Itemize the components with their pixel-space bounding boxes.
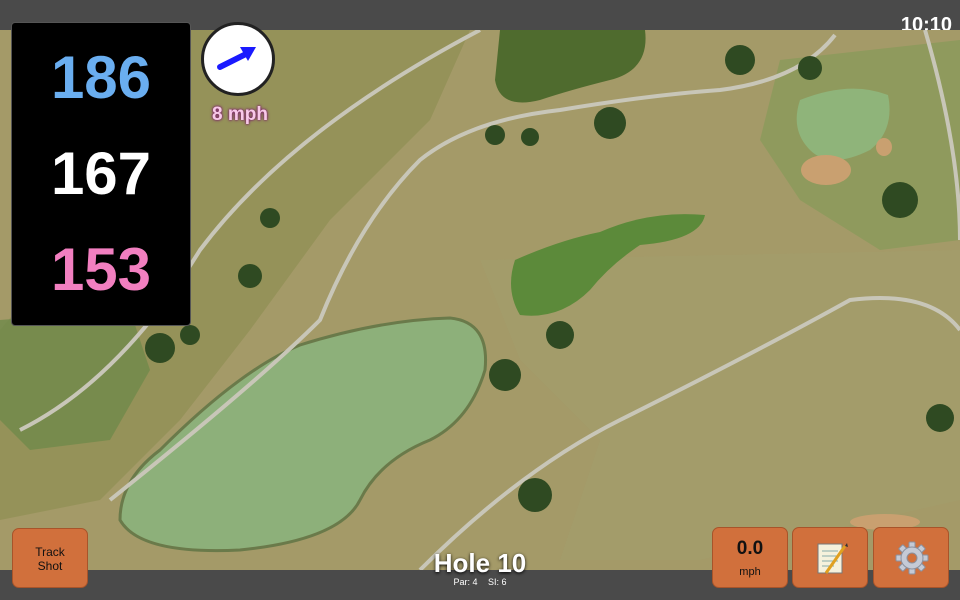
wind-speed-button[interactable]: 0.0 mph bbox=[712, 527, 788, 588]
hole-info: Par: 4 SI: 6 bbox=[380, 577, 580, 587]
track-shot-label-line2: Shot bbox=[37, 559, 63, 573]
middle-distance: 167 bbox=[50, 140, 152, 207]
wind-speed-unit: mph bbox=[739, 566, 761, 578]
track-shot-button[interactable]: Track Shot bbox=[12, 528, 88, 588]
hole-par: Par: 4 bbox=[453, 577, 478, 587]
hole-stroke-index: SI: 6 bbox=[488, 577, 507, 587]
front-distance: 153 bbox=[50, 236, 152, 303]
settings-button[interactable] bbox=[873, 527, 949, 588]
gear-icon bbox=[895, 541, 929, 575]
wind-speed-value: 0.0 bbox=[736, 538, 764, 559]
hole-title: Hole 10 bbox=[433, 548, 527, 578]
wind-direction-dial bbox=[201, 22, 275, 96]
wind-speed-label: 8 mph bbox=[212, 104, 268, 125]
notes-button[interactable] bbox=[792, 527, 868, 588]
back-distance: 186 bbox=[50, 44, 152, 111]
wind-arrow-icon bbox=[217, 47, 256, 70]
track-shot-label-line1: Track bbox=[35, 545, 65, 559]
notepad-icon bbox=[817, 543, 848, 574]
distance-panel: 186 167 153 bbox=[11, 22, 191, 326]
